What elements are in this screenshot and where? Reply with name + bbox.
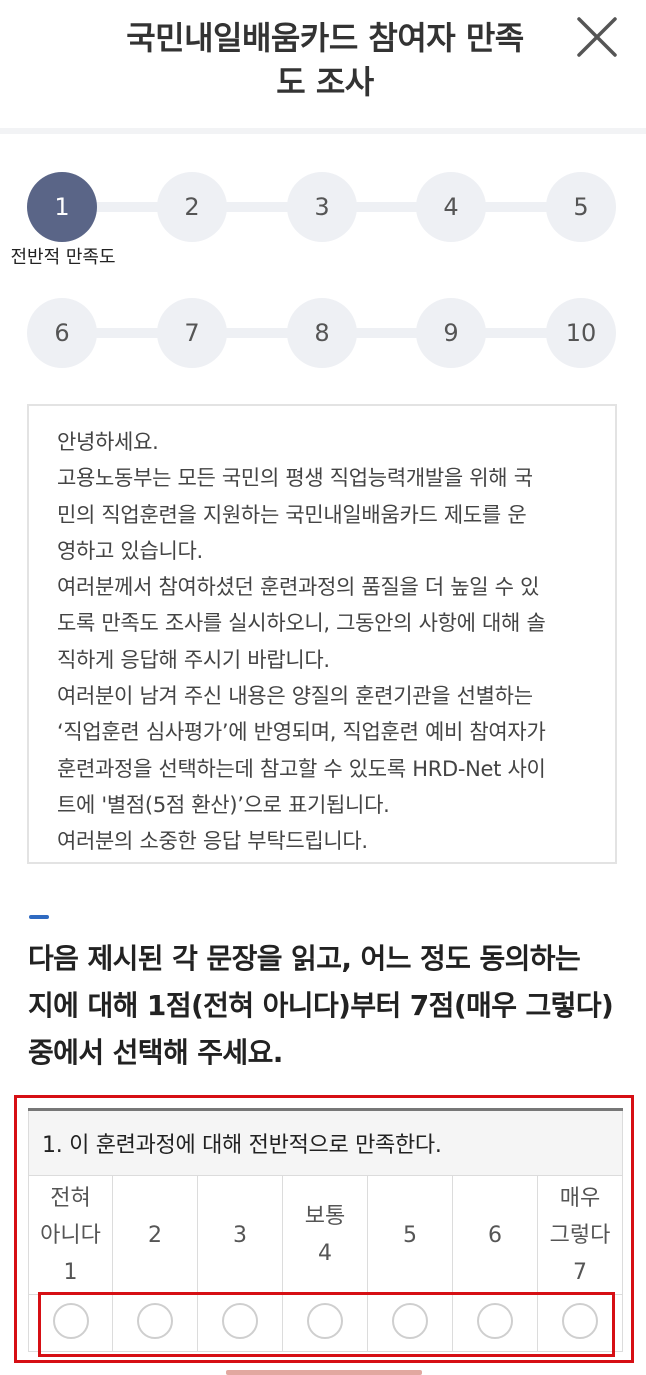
notice-line: 여러분의 소중한 응답 부탁드립니다. (57, 829, 368, 854)
radio-option-7[interactable] (562, 1303, 599, 1339)
notice-line: 민의 직업훈련을 지원하는 국민내일배움카드 제도를 운 (57, 502, 527, 527)
close-x-icon (577, 17, 617, 57)
header-divider (0, 128, 646, 134)
survey-notice: 안녕하세요. 고용노동부는 모든 국민의 평생 직업능력개발을 위해 국 민의 … (27, 404, 617, 864)
survey-instruction: 다음 제시된 각 문장을 읽고, 어느 정도 동의하는 지에 대해 1점(전혀 … (28, 935, 628, 1076)
step-5[interactable]: 5 (546, 172, 616, 242)
radio-option-3[interactable] (222, 1303, 258, 1339)
radio-option-6[interactable] (477, 1303, 513, 1339)
step-7[interactable]: 7 (157, 298, 227, 368)
radio-cell (452, 1294, 538, 1352)
radio-option-1[interactable] (52, 1303, 89, 1339)
step-9[interactable]: 9 (416, 298, 486, 368)
question-title-row: 1. 이 훈련과정에 대해 전반적으로 만족한다. (27, 1109, 624, 1176)
bottom-scroll-indicator (226, 1370, 422, 1375)
notice-line: ‘직업훈련 심사평가’에 반영되며, 직업훈련 예비 참여자가 (57, 720, 546, 745)
radio-cell (367, 1294, 453, 1352)
radio-option-4[interactable] (307, 1303, 343, 1339)
instruction-line: 중에서 선택해 주세요. (28, 1036, 283, 1069)
notice-line: 영하고 있습니다. (57, 538, 203, 563)
scale-label-1: 전혀 아니다 1 (28, 1175, 113, 1295)
question-text: 1. 이 훈련과정에 대해 전반적으로 만족한다. (27, 1109, 624, 1176)
scale-label-2: 2 (112, 1175, 198, 1295)
step-1[interactable]: 1 (27, 172, 97, 242)
instruction-line: 다음 제시된 각 문장을 읽고, 어느 정도 동의하는 (28, 942, 581, 975)
scale-label-5: 5 (367, 1175, 453, 1295)
title-line-1: 국민내일배움카드 참여자 만족 (126, 19, 524, 57)
step-3[interactable]: 3 (287, 172, 357, 242)
scale-label-7: 매우 그렇다 7 (536, 1175, 624, 1295)
radio-option-5[interactable] (392, 1303, 428, 1339)
page-title: 국민내일배움카드 참여자 만족 도 조사 (70, 16, 580, 104)
radio-cell (197, 1294, 283, 1352)
scale-radio-row (28, 1294, 624, 1352)
instruction-line: 지에 대해 1점(전혀 아니다)부터 7점(매우 그렇다) (28, 989, 614, 1022)
title-line-2: 도 조사 (276, 63, 374, 101)
scale-label-3: 3 (197, 1175, 283, 1295)
radio-cell (112, 1294, 198, 1352)
question-highlight-box: 1. 이 훈련과정에 대해 전반적으로 만족한다. 전혀 아니다 1 2 3 보… (14, 1095, 634, 1363)
notice-line: 도록 만족도 조사를 실시하오니, 그동안의 사항에 대해 솔 (57, 611, 546, 636)
radio-cell (28, 1294, 113, 1352)
active-step-label: 전반적 만족도 (10, 247, 116, 268)
notice-line: 여러분이 남겨 주신 내용은 양질의 훈련기관을 선별하는 (57, 684, 533, 709)
notice-line: 안녕하세요. (57, 430, 159, 454)
notice-line: 트에 '별점(5점 환산)’으로 표기됩니다. (57, 792, 390, 817)
step-10[interactable]: 10 (546, 298, 616, 368)
notice-line: 여러분께서 참여하셨던 훈련과정의 품질을 더 높일 수 있 (57, 575, 540, 600)
notice-line: 고용노동부는 모든 국민의 평생 직업능력개발을 위해 국 (57, 466, 533, 491)
notice-line: 훈련과정을 선택하는데 참고할 수 있도록 HRD-Net 사이 (57, 756, 546, 781)
step-8[interactable]: 8 (287, 298, 357, 368)
radio-option-2[interactable] (137, 1303, 173, 1339)
question-table: 1. 이 훈련과정에 대해 전반적으로 만족한다. 전혀 아니다 1 2 3 보… (27, 1108, 624, 1352)
close-button[interactable] (574, 14, 620, 60)
radio-cell (536, 1294, 624, 1352)
scale-label-row: 전혀 아니다 1 2 3 보통 4 5 6 매우 그렇다 7 (28, 1175, 624, 1295)
notice-line: 직하게 응답해 주시기 바랍니다. (57, 647, 330, 672)
step-6[interactable]: 6 (27, 298, 97, 368)
scale-label-6: 6 (452, 1175, 538, 1295)
section-accent-bar (29, 915, 49, 919)
step-4[interactable]: 4 (416, 172, 486, 242)
header: 국민내일배움카드 참여자 만족 도 조사 (0, 0, 646, 128)
scale-label-4: 보통 4 (282, 1175, 368, 1295)
radio-cell (282, 1294, 368, 1352)
step-2[interactable]: 2 (157, 172, 227, 242)
